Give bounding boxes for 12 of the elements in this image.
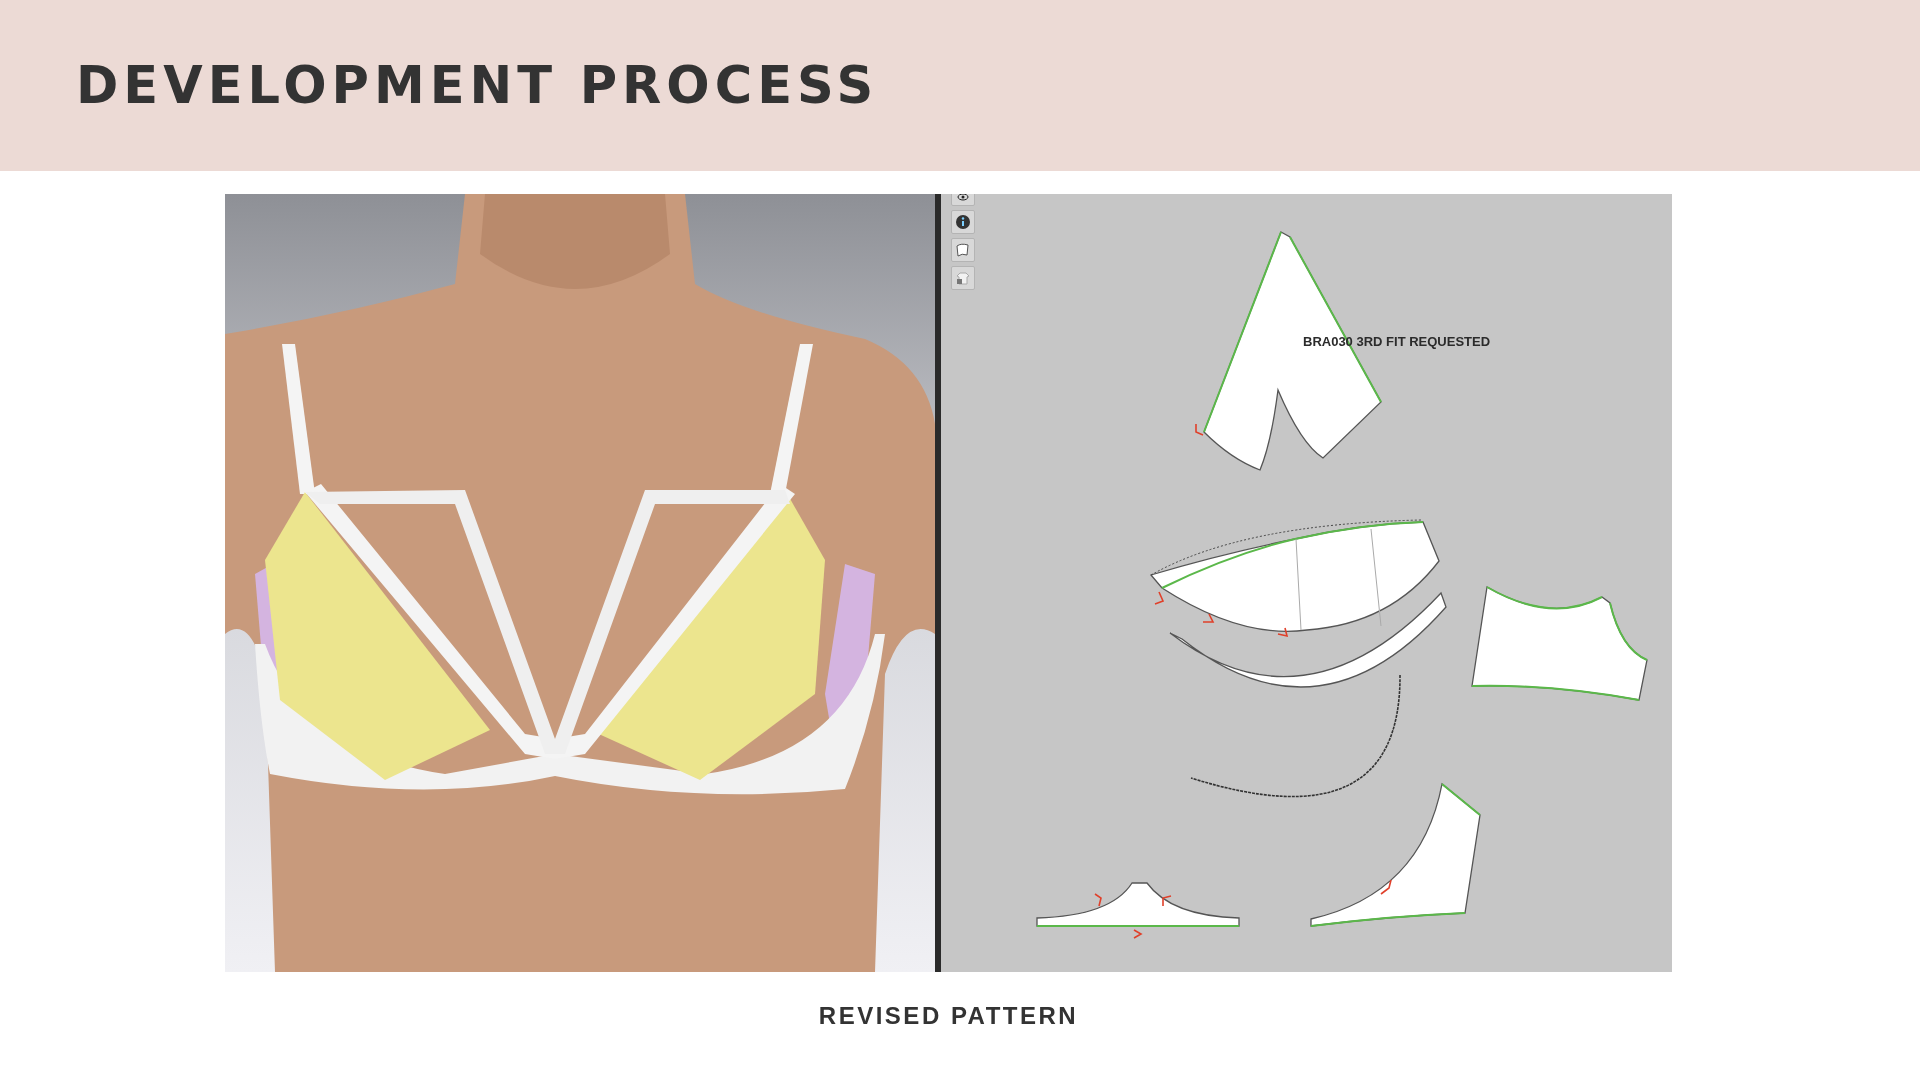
pattern-piece[interactable]	[1310, 783, 1481, 927]
lock-icon[interactable]	[951, 266, 975, 290]
pattern-piece[interactable]	[1150, 519, 1440, 638]
pattern-curve[interactable]	[1190, 674, 1401, 798]
figure-caption: REVISED PATTERN	[817, 1002, 1080, 1030]
pattern-piece[interactable]	[1169, 592, 1447, 688]
pattern-piece[interactable]	[1195, 231, 1382, 471]
fabric-icon[interactable]	[951, 238, 975, 262]
slide-title: DEVELOPMENT PROCESS	[76, 56, 879, 115]
info-icon[interactable]	[951, 210, 975, 234]
pattern-piece[interactable]	[1036, 882, 1240, 939]
pattern-piece[interactable]	[1471, 586, 1648, 701]
